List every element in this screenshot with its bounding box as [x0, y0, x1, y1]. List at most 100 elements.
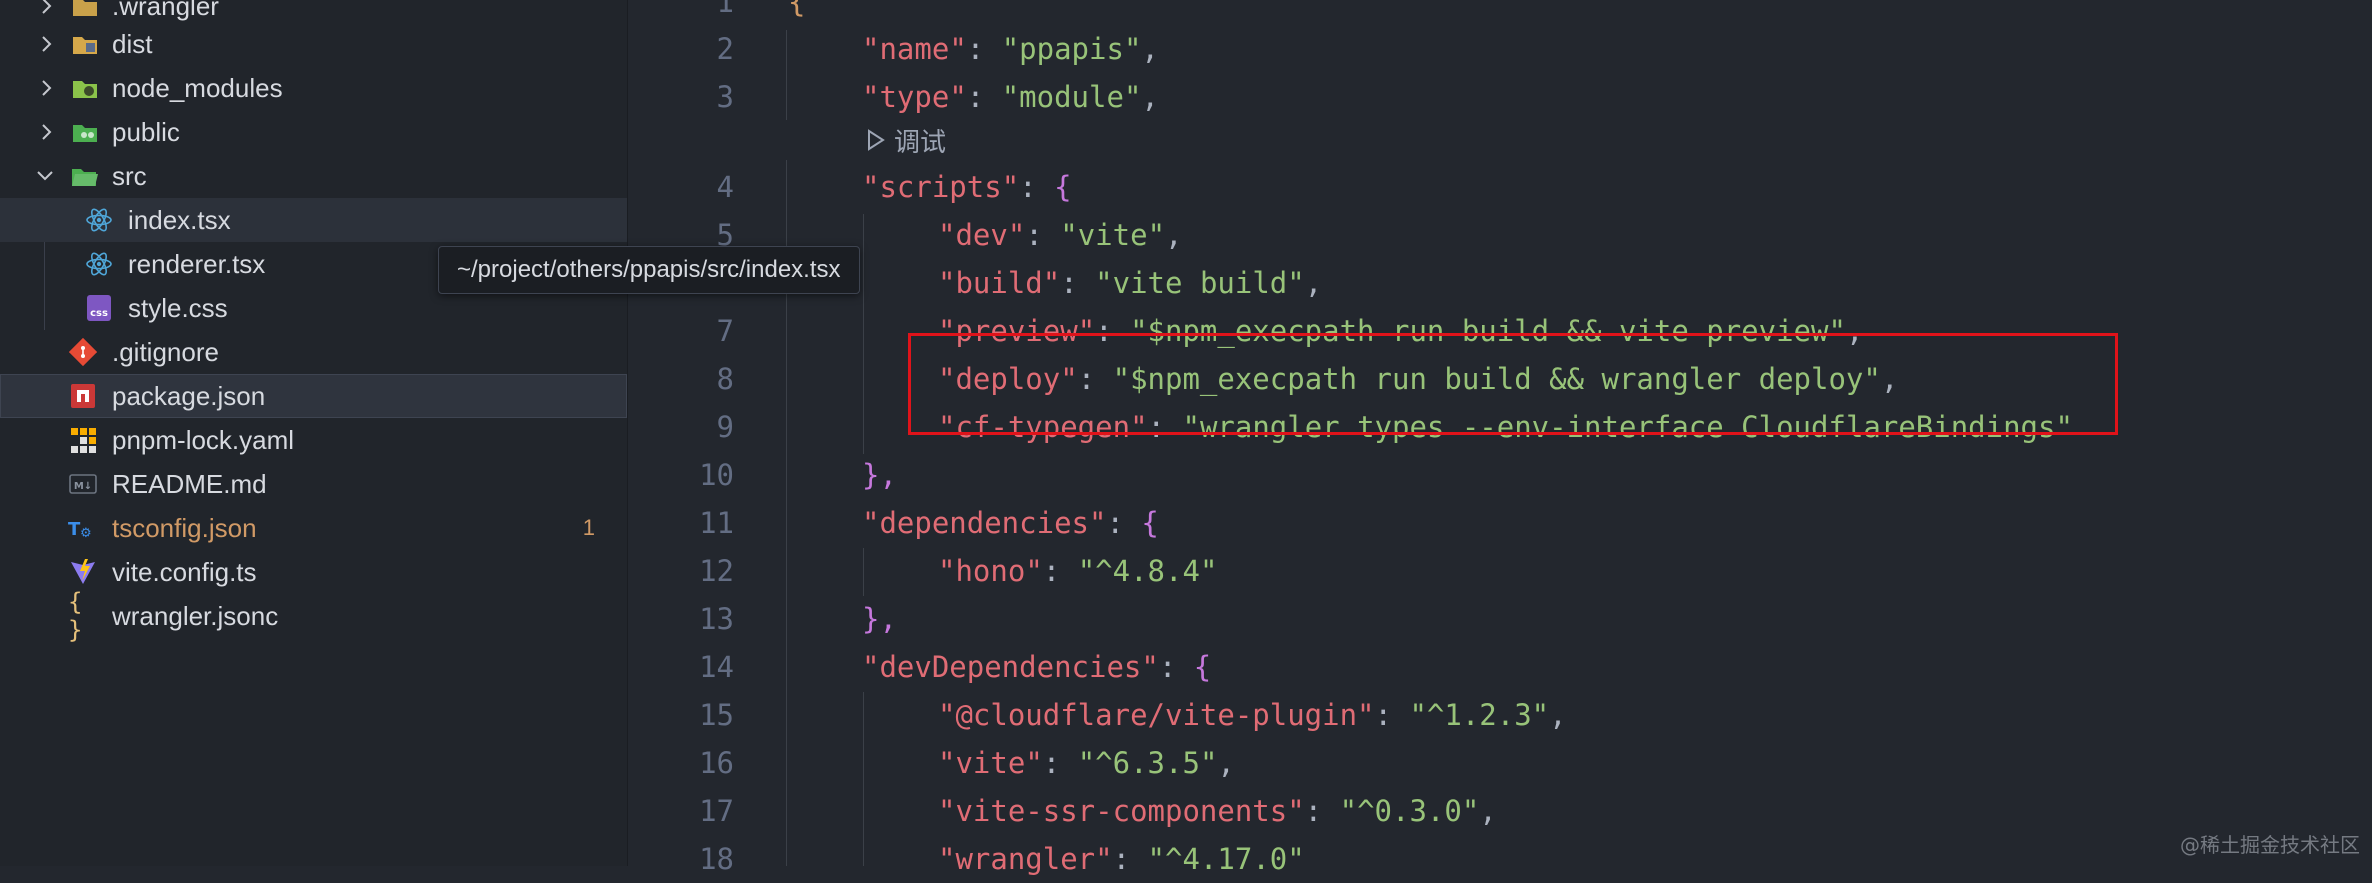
file-path-tooltip: ~/project/others/ppapis/src/index.tsx	[438, 246, 860, 294]
code-line[interactable]: "name": "ppapis",	[862, 25, 1159, 73]
code-line[interactable]: },	[862, 595, 897, 643]
tree-item-label: public	[112, 116, 180, 147]
tree-item-label: wrangler.jsonc	[112, 600, 279, 631]
line-number: 12	[699, 554, 734, 588]
line-number: 16	[699, 746, 734, 780]
line-number: 9	[716, 410, 734, 444]
tree-item-label: vite.config.ts	[112, 556, 257, 587]
tsconfig-icon: T ⚙	[68, 513, 98, 543]
json-braces-icon: { }	[68, 588, 83, 644]
tree-item-label: node_modules	[112, 72, 283, 103]
tree-item-index-tsx[interactable]: index.tsx	[0, 198, 627, 242]
json-key: name	[879, 32, 950, 66]
json-key: scripts	[879, 170, 1002, 204]
chevron-down-icon[interactable]	[34, 154, 56, 198]
folder-dist-icon	[70, 29, 100, 59]
json-key: @cloudflare/vite-plugin	[955, 698, 1358, 732]
json-value: ppapis	[1019, 32, 1124, 66]
json-key: hono	[955, 554, 1026, 588]
tree-item-label: index.tsx	[128, 204, 231, 235]
line-number: 15	[699, 698, 734, 732]
react-icon	[84, 249, 114, 279]
svg-text:M↓: M↓	[74, 481, 92, 492]
code-line[interactable]: "type": "module",	[862, 73, 1159, 121]
code-line[interactable]: {	[788, 0, 805, 26]
line-number: 14	[699, 650, 734, 684]
code-line[interactable]: "devDependencies": {	[862, 643, 1211, 691]
json-key: devDependencies	[879, 650, 1142, 684]
react-icon	[84, 205, 114, 235]
json-key: wrangler	[955, 842, 1096, 876]
code-line[interactable]: "deploy": "$npm_execpath run build && wr…	[938, 355, 1898, 403]
chevron-right-icon[interactable]	[36, 22, 58, 66]
line-number: 10	[699, 458, 734, 492]
code-line[interactable]: "dev": "vite",	[938, 211, 1183, 259]
debug-codelens[interactable]: 调试	[866, 122, 946, 158]
chevron-right-icon[interactable]	[36, 66, 58, 110]
tree-item-dist-folder[interactable]: dist	[0, 22, 627, 66]
line-number: 8	[716, 362, 734, 396]
json-key: preview	[955, 314, 1078, 348]
code-line[interactable]: "cf-typegen": "wrangler types --env-inte…	[938, 403, 2073, 451]
line-number: 4	[716, 170, 734, 204]
tree-item-label: src	[112, 160, 147, 191]
json-key: dev	[955, 218, 1008, 252]
tree-item-public-folder[interactable]: public	[0, 110, 627, 154]
json-key: deploy	[955, 362, 1061, 396]
json-key: vite-ssr-components	[955, 794, 1288, 828]
tree-item-node-modules-folder[interactable]: node_modules	[0, 66, 627, 110]
tree-item-label: tsconfig.json	[112, 512, 257, 543]
code-line[interactable]: "wrangler": "^4.17.0"	[938, 835, 1305, 883]
tree-item-label: renderer.tsx	[128, 248, 266, 279]
line-number: 3	[716, 80, 734, 114]
json-value: ^4.8.4	[1095, 554, 1200, 588]
indent-guide	[863, 214, 864, 454]
folder-wrangler-icon	[70, 0, 100, 21]
pnpm-icon	[68, 425, 98, 455]
markdown-icon: M↓	[68, 469, 98, 499]
folder-src-icon	[70, 161, 100, 191]
json-value: module	[1019, 80, 1124, 114]
tree-item-label: package.json	[112, 380, 266, 411]
line-number: 1	[716, 0, 734, 19]
line-number: 18	[699, 842, 734, 876]
code-line[interactable]: "dependencies": {	[862, 499, 1159, 547]
indent-guide	[863, 692, 864, 866]
watermark: @稀土掘金技术社区	[2180, 833, 2360, 857]
indent-guide	[786, 30, 787, 120]
tree-item-pnpm-lock[interactable]: pnpm-lock.yaml	[0, 418, 627, 462]
code-line[interactable]: "vite": "^6.3.5",	[938, 739, 1235, 787]
file-explorer: .wrangler dist node_modules public src i…	[0, 0, 628, 866]
tree-item-src-folder[interactable]: src	[0, 154, 627, 198]
tree-item-package-json[interactable]: package.json	[0, 374, 627, 418]
code-line[interactable]: "hono": "^4.8.4"	[938, 547, 1217, 595]
code-token: },	[862, 458, 897, 492]
json-value: vite build	[1112, 266, 1288, 300]
code-line[interactable]: "@cloudflare/vite-plugin": "^1.2.3",	[938, 691, 1567, 739]
tree-item-tsconfig[interactable]: T ⚙ tsconfig.json 1	[0, 506, 627, 550]
tree-item-label: .wrangler	[112, 0, 219, 21]
json-value: $npm_execpath run build && vite preview	[1147, 314, 1829, 348]
line-number: 7	[716, 314, 734, 348]
code-line[interactable]: "build": "vite build",	[938, 259, 1322, 307]
code-line[interactable]: "vite-ssr-components": "^0.3.0",	[938, 787, 1497, 835]
line-number: 17	[699, 794, 734, 828]
tree-item-gitignore[interactable]: .gitignore	[0, 330, 627, 374]
line-number: 13	[699, 602, 734, 636]
svg-text:css: css	[90, 308, 108, 319]
tree-item-wrangler-jsonc[interactable]: { } wrangler.jsonc	[0, 588, 627, 644]
tree-item-label: dist	[112, 28, 153, 59]
tree-item-label: style.css	[128, 292, 228, 323]
git-icon	[68, 337, 98, 367]
chevron-right-icon[interactable]	[36, 110, 58, 154]
tree-item-label: .gitignore	[112, 336, 219, 367]
code-line[interactable]: "preview": "$npm_execpath run build && v…	[938, 307, 1863, 355]
tree-item-label: README.md	[112, 468, 267, 499]
code-line[interactable]: "scripts": {	[862, 163, 1072, 211]
indent-guide	[863, 548, 864, 596]
json-value: ^6.3.5	[1095, 746, 1200, 780]
tree-item-readme[interactable]: M↓ README.md	[0, 462, 627, 506]
code-line[interactable]: },	[862, 451, 897, 499]
json-value: vite	[1077, 218, 1148, 252]
json-key: cf-typegen	[955, 410, 1131, 444]
